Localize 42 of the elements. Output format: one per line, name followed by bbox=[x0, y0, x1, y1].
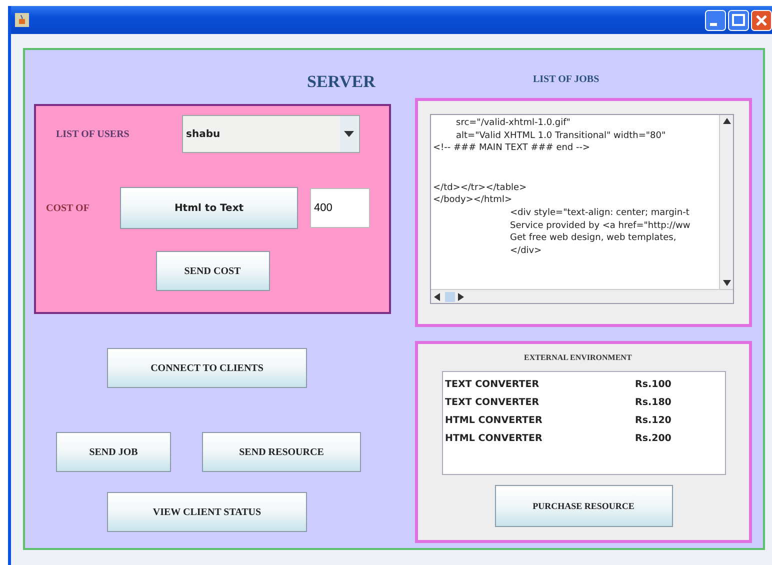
code-line: <!-- ### MAIN TEXT ### end --> bbox=[433, 142, 592, 155]
code-line: <div style="text-align: center; margin-t bbox=[509, 206, 690, 220]
action-button[interactable]: SEND JOB bbox=[56, 432, 171, 472]
action-button[interactable]: VIEW CLIENT STATUS bbox=[107, 492, 307, 532]
scroll-left-icon[interactable] bbox=[434, 292, 440, 300]
vertical-scrollbar[interactable] bbox=[719, 115, 733, 289]
server-heading: SERVER bbox=[307, 72, 376, 93]
cost-input[interactable]: 400 bbox=[310, 188, 370, 228]
scroll-up-icon[interactable] bbox=[722, 118, 730, 124]
resource-price: Rs.200 bbox=[635, 432, 672, 444]
code-line: alt="Valid XHTML 1.0 Transitional" width="80" bbox=[455, 130, 667, 142]
scroll-right-icon[interactable] bbox=[458, 292, 464, 300]
external-heading: EXTERNAL ENVIRONMENT bbox=[524, 353, 633, 364]
action-button[interactable]: CONNECT TO CLIENTS bbox=[107, 348, 307, 388]
maximize-icon[interactable] bbox=[728, 10, 749, 30]
purchase-button[interactable]: PURCHASE RESOURCE bbox=[494, 485, 672, 527]
users-label: LIST OF USERS bbox=[56, 128, 130, 140]
resource-price: Rs.180 bbox=[635, 396, 672, 408]
horizontal-scrollbar[interactable] bbox=[431, 289, 733, 303]
scroll-thumb[interactable] bbox=[445, 292, 455, 302]
code-line: </td></tr></table> bbox=[433, 182, 528, 194]
resource-name: HTML CONVERTER bbox=[445, 414, 544, 426]
cost-label: COST OF bbox=[46, 202, 90, 214]
minimize-icon[interactable] bbox=[705, 10, 726, 30]
code-line: </body></html> bbox=[433, 194, 513, 207]
code-line: src="/valid-xhtml-1.0.gif" bbox=[455, 117, 572, 130]
resource-name: HTML CONVERTER bbox=[445, 432, 544, 444]
close-icon[interactable] bbox=[751, 10, 772, 30]
resource-name: TEXT CONVERTER bbox=[445, 396, 540, 408]
action-button[interactable]: SEND RESOURCE bbox=[202, 432, 361, 472]
code-line: Service provided by <a href="http://ww bbox=[509, 220, 692, 232]
resource-name: TEXT CONVERTER bbox=[445, 378, 540, 390]
resource-price: Rs.120 bbox=[635, 414, 672, 426]
scroll-down-icon[interactable] bbox=[722, 280, 730, 286]
service-button[interactable]: Html to Text bbox=[120, 187, 298, 229]
resource-price: Rs.100 bbox=[635, 378, 672, 390]
send-cost-button[interactable]: SEND COST bbox=[156, 251, 270, 291]
code-line: </div> bbox=[509, 244, 543, 258]
jobs-heading: LIST OF JOBS bbox=[533, 74, 600, 87]
jobs-text-area[interactable] bbox=[430, 114, 734, 304]
code-line: Get free web design, web templates, bbox=[509, 232, 678, 245]
users-dropdown[interactable]: shabu bbox=[182, 115, 360, 153]
